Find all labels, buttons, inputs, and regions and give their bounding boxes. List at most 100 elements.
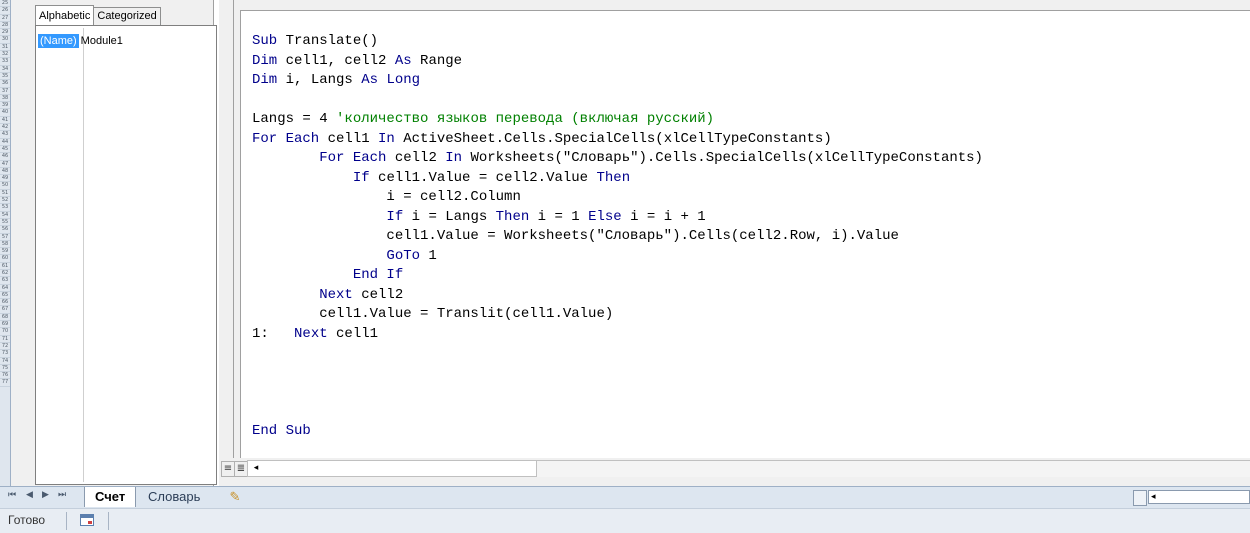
row-number: 43 bbox=[0, 131, 10, 139]
code-line[interactable]: Sub Translate() bbox=[252, 32, 983, 52]
properties-tabs: Alphabetic Categorized bbox=[35, 5, 161, 27]
property-value[interactable]: Module1 bbox=[79, 34, 125, 48]
code-token: cell1.Value = Translit(cell1.Value) bbox=[252, 306, 614, 322]
code-line[interactable]: Langs = 4 'количество языков перевода (в… bbox=[252, 110, 983, 130]
code-line[interactable]: If i = Langs Then i = 1 Else i = i + 1 bbox=[252, 208, 983, 228]
code-line[interactable]: cell1.Value = Translit(cell1.Value) bbox=[252, 305, 983, 325]
row-number: 55 bbox=[0, 218, 10, 227]
code-keyword: Then bbox=[596, 169, 631, 186]
tab-categorized[interactable]: Categorized bbox=[93, 7, 161, 26]
status-bar: Готово bbox=[0, 508, 1250, 533]
procedure-view-icon[interactable]: ≡ bbox=[221, 461, 235, 477]
row-number: 68 bbox=[0, 313, 10, 322]
row-number: 54 bbox=[0, 211, 10, 219]
code-line[interactable]: If cell1.Value = cell2.Value Then bbox=[252, 169, 983, 189]
split-box-icon[interactable] bbox=[1133, 490, 1147, 506]
row-number: 74 bbox=[0, 357, 10, 365]
code-keyword: As bbox=[394, 52, 412, 69]
row-number: 42 bbox=[0, 124, 10, 132]
code-token: i = Langs bbox=[403, 208, 496, 225]
row-number: 32 bbox=[0, 51, 10, 59]
code-line[interactable]: For Each cell2 In Worksheets("Словарь").… bbox=[252, 149, 983, 169]
row-number: 61 bbox=[0, 262, 10, 270]
code-line[interactable] bbox=[252, 364, 983, 384]
row-number-strip: 25 26 27 28 29 30 31 32 33 34 35 36 37 38 39 40 41 42 43 44… bbox=[0, 0, 11, 486]
sheet-tab-slovar[interactable]: Словарь bbox=[138, 487, 210, 507]
row-number: 49 bbox=[0, 175, 10, 183]
code-line[interactable]: 1: Next cell1 bbox=[252, 325, 983, 345]
code-line[interactable]: For Each cell1 In ActiveSheet.Cells.Spec… bbox=[252, 130, 983, 150]
row-number: 71 bbox=[0, 335, 10, 343]
property-name[interactable]: (Name) bbox=[38, 34, 79, 48]
row-number: 26 bbox=[0, 7, 10, 15]
row-number: 35 bbox=[0, 72, 10, 81]
row-number: 69 bbox=[0, 321, 10, 329]
row-number: 73 bbox=[0, 350, 10, 358]
code-keyword: Then bbox=[495, 208, 530, 225]
code-line[interactable]: i = cell2.Column bbox=[252, 188, 983, 208]
scroll-left-icon[interactable]: ◂ bbox=[249, 462, 263, 475]
code-comment: 'количество языков перевода (включая рус… bbox=[336, 111, 715, 127]
row-number: 31 bbox=[0, 43, 10, 52]
code-token: ActiveSheet.Cells.SpecialCells(xlCellTyp… bbox=[394, 130, 832, 147]
code-keyword: Else bbox=[588, 208, 622, 225]
horizontal-scrollbar[interactable]: ◂ bbox=[247, 460, 537, 477]
row-number: 48 bbox=[0, 167, 10, 176]
code-line[interactable]: Dim cell1, cell2 As Range bbox=[252, 52, 983, 72]
sheet-tab-schet[interactable]: Счет bbox=[84, 487, 137, 507]
row-number: 50 bbox=[0, 182, 10, 190]
code-keyword: Next bbox=[319, 286, 353, 303]
insert-sheet-icon[interactable]: ✎ bbox=[222, 487, 248, 507]
scroll-track bbox=[537, 460, 1250, 477]
code-token: Worksheets("Словарь").Cells.SpecialCells… bbox=[462, 150, 983, 166]
code-keyword: End Sub bbox=[252, 423, 311, 439]
code-text[interactable]: Sub Translate() Dim cell1, cell2 As Range… bbox=[252, 32, 983, 442]
row-number: 64 bbox=[0, 284, 10, 292]
row-number: 29 bbox=[0, 29, 10, 37]
code-keyword: For Each bbox=[319, 150, 387, 166]
code-line[interactable] bbox=[252, 403, 983, 423]
code-margin bbox=[219, 0, 234, 458]
sheet-horizontal-scrollbar[interactable]: ◂ bbox=[1148, 490, 1250, 504]
code-line[interactable]: End Sub bbox=[252, 422, 983, 442]
row-number: 72 bbox=[0, 342, 10, 351]
prev-sheet-icon[interactable]: ◀ bbox=[26, 490, 33, 500]
code-line[interactable] bbox=[252, 383, 983, 403]
first-sheet-icon[interactable]: ⏮ bbox=[8, 490, 16, 500]
row-number: 45 bbox=[0, 145, 10, 154]
row-number: 46 bbox=[0, 153, 10, 161]
row-number: 38 bbox=[0, 94, 10, 103]
row-number: 70 bbox=[0, 328, 10, 336]
code-token: i, Langs bbox=[277, 72, 362, 88]
next-sheet-icon[interactable]: ▶ bbox=[42, 490, 49, 500]
code-line[interactable]: End If bbox=[252, 266, 983, 286]
code-line[interactable]: cell1.Value = Worksheets("Словарь").Cell… bbox=[252, 227, 983, 247]
code-token: i = i + 1 bbox=[621, 208, 706, 225]
last-sheet-icon[interactable]: ⏭ bbox=[58, 490, 66, 500]
code-line[interactable] bbox=[252, 344, 983, 364]
code-keyword: If bbox=[386, 208, 404, 225]
code-keyword: Long bbox=[386, 72, 421, 88]
code-line[interactable]: Dim i, Langs As Long bbox=[252, 71, 983, 91]
code-line[interactable]: GoTo 1 bbox=[252, 247, 983, 267]
macro-record-icon[interactable] bbox=[80, 514, 94, 526]
row-number: 33 bbox=[0, 58, 10, 66]
code-line[interactable] bbox=[252, 91, 983, 111]
code-keyword: Dim bbox=[252, 52, 278, 69]
code-line[interactable]: Next cell2 bbox=[252, 286, 983, 306]
tab-alphabetic[interactable]: Alphabetic bbox=[35, 5, 95, 27]
row-number: 59 bbox=[0, 248, 10, 256]
code-editor[interactable]: Sub Translate() Dim cell1, cell2 As Range… bbox=[240, 10, 1250, 458]
property-row-name[interactable]: (Name) Module1 bbox=[38, 34, 125, 48]
row-number: 39 bbox=[0, 102, 10, 110]
module-view-icon[interactable]: ≣ bbox=[234, 461, 248, 477]
row-number: 60 bbox=[0, 255, 10, 263]
row-number: 77 bbox=[0, 379, 10, 387]
row-number: 41 bbox=[0, 116, 10, 125]
row-number: 75 bbox=[0, 364, 10, 373]
code-keyword: Dim bbox=[252, 72, 278, 88]
code-token: Sub Translate() bbox=[252, 33, 379, 49]
